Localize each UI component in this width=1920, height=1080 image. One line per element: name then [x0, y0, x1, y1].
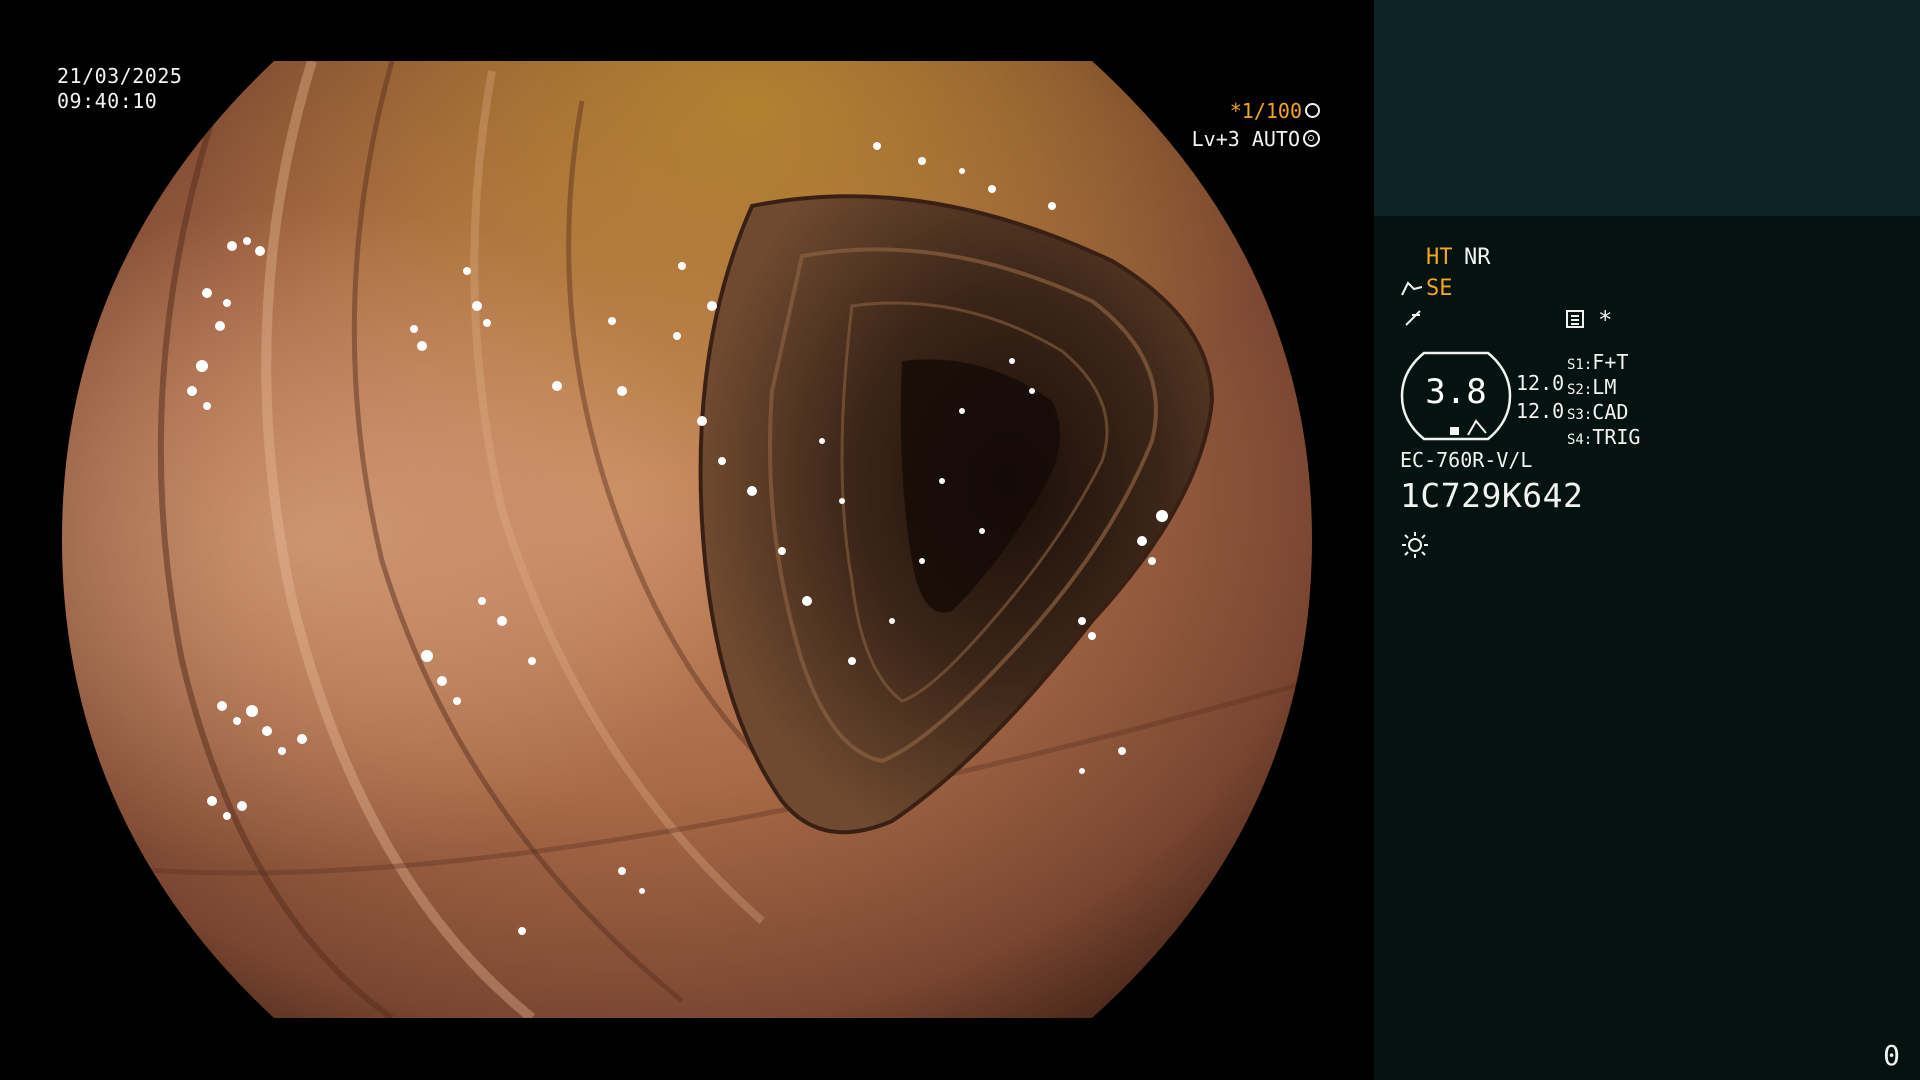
freeze-icon — [1405, 310, 1421, 326]
switch-row-1: S1:F+T — [1567, 350, 1629, 374]
shutter-icon — [1305, 103, 1320, 118]
switch-row-2: S2:LM — [1567, 375, 1617, 399]
colon-lumen-image — [62, 61, 1312, 1018]
image-counter: 0 — [1883, 1039, 1900, 1072]
nr-label: NR — [1464, 245, 1491, 270]
switch-value: LM — [1592, 375, 1617, 399]
shutter-speed: *1/100 — [1150, 98, 1320, 124]
scope-serial: 1C729K642 — [1400, 476, 1584, 515]
date-text: 21/03/2025 — [57, 64, 183, 88]
ring-icon — [1303, 130, 1320, 147]
ht-label: HT — [1426, 245, 1453, 270]
light-icon — [1402, 532, 1428, 558]
scope-hand-icon — [1401, 281, 1423, 296]
endoscopy-image — [62, 61, 1312, 1018]
shutter-text: *1/100 — [1229, 99, 1302, 123]
asterisk-indicator: * — [1598, 306, 1613, 334]
light-level-mode: Lv+3 AUTO — [1150, 126, 1320, 152]
switch-key: S4 — [1567, 432, 1584, 448]
switch-key: S1 — [1567, 357, 1584, 373]
switch-value: F+T — [1592, 350, 1629, 374]
info-panel-header — [1374, 0, 1920, 216]
switch-value: CAD — [1592, 400, 1629, 424]
switch-key: S3 — [1567, 407, 1584, 423]
side-value-2: 12.0 — [1516, 399, 1565, 423]
time-text: 09:40:10 — [57, 89, 158, 113]
switch-key: S2 — [1567, 382, 1584, 398]
menu-icon — [1566, 310, 1584, 328]
date-time-overlay: 21/03/2025 09:40:10 — [57, 64, 182, 114]
side-value-1: 12.0 — [1516, 371, 1565, 395]
switch-row-4: S4:TRIG — [1567, 425, 1641, 449]
info-panel: HT NR SE * 3.8 12.0 12.0 S1:F+T S2:LM S3… — [1374, 0, 1920, 1080]
scope-model: EC-760R-V/L — [1400, 448, 1533, 472]
endoscope-view-area: 21/03/2025 09:40:10 *1/100 Lv+3 AUTO — [0, 0, 1374, 1080]
se-label: SE — [1426, 276, 1453, 301]
gauge-value: 3.8 — [1425, 372, 1487, 412]
switch-row-3: S3:CAD — [1567, 400, 1629, 424]
switch-value: TRIG — [1592, 425, 1641, 449]
level-mode-text: Lv+3 AUTO — [1191, 127, 1300, 151]
